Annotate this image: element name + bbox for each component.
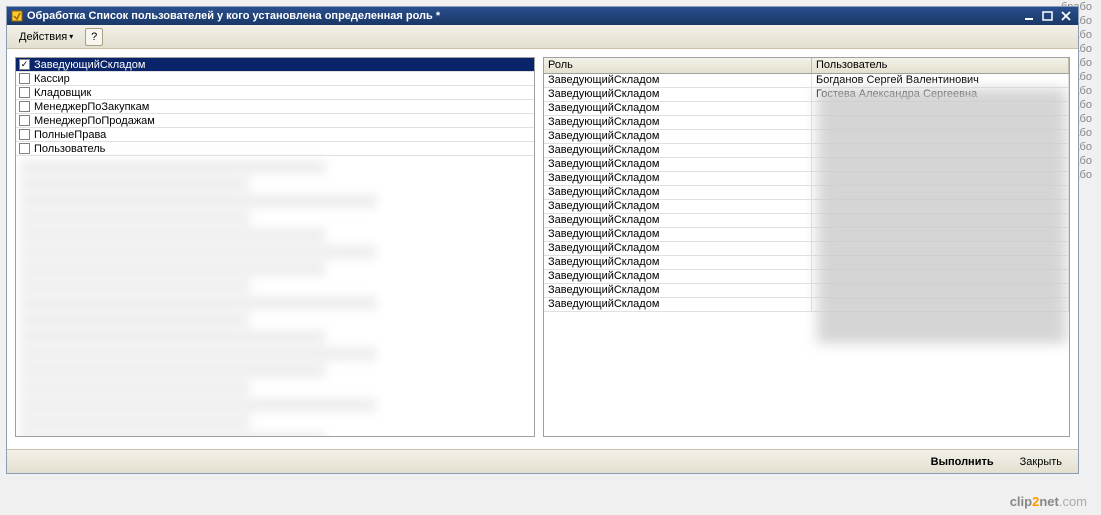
cell-role: ЗаведующийСкладом [544,284,812,297]
cell-role: ЗаведующийСкладом [544,256,812,269]
cell-role: ЗаведующийСкладом [544,298,812,311]
column-header-role[interactable]: Роль [544,58,812,73]
actions-menu-label: Действия [19,31,67,43]
actions-menu[interactable]: Действия ▾ [13,29,79,45]
close-button[interactable] [1058,9,1074,23]
window-title: Обработка Список пользователей у кого ус… [27,10,1022,22]
footer-bar: Выполнить Закрыть [7,449,1078,473]
role-checkbox[interactable] [19,101,30,112]
role-label: МенеджерПоПродажам [34,115,155,127]
roles-list-panel[interactable]: ✓ ЗаведующийСкладом Кассир Кладовщик Менедже… [15,57,535,437]
content-area: ✓ ЗаведующийСкладом Кассир Кладовщик Менедже… [7,49,1078,449]
cell-role: ЗаведующийСкладом [544,74,812,87]
chevron-down-icon: ▾ [69,32,73,41]
minimize-button[interactable] [1022,9,1038,23]
role-checkbox[interactable] [19,73,30,84]
role-checkbox[interactable] [19,115,30,126]
role-row[interactable]: Кассир [16,72,534,86]
cell-role: ЗаведующийСкладом [544,144,812,157]
watermark: clip2net.com [1010,494,1087,509]
cell-role: ЗаведующийСкладом [544,116,812,129]
app-icon [11,10,23,22]
cell-role: ЗаведующийСкладом [544,270,812,283]
table-row[interactable]: ЗаведующийСкладомБогданов Сергей Валенти… [544,74,1069,88]
role-label: Кассир [34,73,70,85]
close-text-button[interactable]: Закрыть [1012,454,1070,470]
role-label: ПолныеПрава [34,129,106,141]
titlebar[interactable]: Обработка Список пользователей у кого ус… [7,7,1078,25]
column-header-user[interactable]: Пользователь [812,58,1069,73]
grid-header: Роль Пользователь [544,58,1069,74]
role-row[interactable]: МенеджерПоЗакупкам [16,100,534,114]
role-checkbox[interactable] [19,143,30,154]
cell-role: ЗаведующийСкладом [544,102,812,115]
toolbar: Действия ▾ ? [7,25,1078,49]
role-row[interactable]: Кладовщик [16,86,534,100]
execute-button[interactable]: Выполнить [923,454,1002,470]
cell-user: Богданов Сергей Валентинович [812,74,1069,87]
cell-role: ЗаведующийСкладом [544,88,812,101]
role-label: ЗаведующийСкладом [34,59,145,71]
cell-role: ЗаведующийСкладом [544,130,812,143]
cell-role: ЗаведующийСкладом [544,228,812,241]
cell-role: ЗаведующийСкладом [544,158,812,171]
role-checkbox[interactable]: ✓ [19,59,30,70]
role-label: Кладовщик [34,87,91,99]
role-row[interactable]: Пользователь [16,142,534,156]
cell-role: ЗаведующийСкладом [544,172,812,185]
redacted-users-area [817,90,1067,380]
help-button[interactable]: ? [85,28,103,46]
cell-role: ЗаведующийСкладом [544,242,812,255]
main-window: Обработка Список пользователей у кого ус… [6,6,1079,474]
cell-role: ЗаведующийСкладом [544,214,812,227]
role-label: Пользователь [34,143,105,155]
maximize-button[interactable] [1040,9,1056,23]
role-checkbox[interactable] [19,129,30,140]
redacted-roles-area [16,156,534,437]
role-row[interactable]: МенеджерПоПродажам [16,114,534,128]
cell-role: ЗаведующийСкладом [544,186,812,199]
users-grid-panel[interactable]: Роль Пользователь ЗаведующийСкладомБогда… [543,57,1070,437]
role-label: МенеджерПоЗакупкам [34,101,149,113]
role-row[interactable]: ПолныеПрава [16,128,534,142]
cell-role: ЗаведующийСкладом [544,200,812,213]
help-icon: ? [91,31,97,43]
role-row[interactable]: ✓ ЗаведующийСкладом [16,58,534,72]
role-checkbox[interactable] [19,87,30,98]
